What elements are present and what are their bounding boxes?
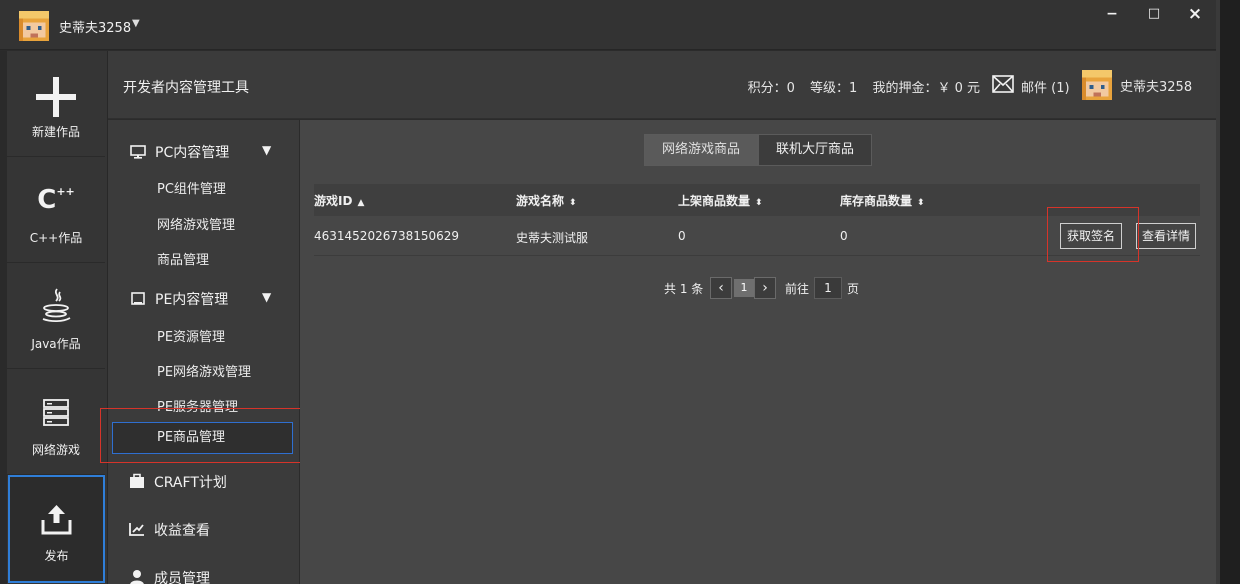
tab-lobby-goods[interactable]: 联机大厅商品 [758,134,873,166]
craft-label: CRAFT计划 [154,475,227,491]
collapse-arrow-icon[interactable]: ▼ [262,143,271,157]
bag-icon [130,473,144,488]
server-icon [43,399,69,426]
sidebar-item-revenue[interactable]: 收益查看 [128,520,210,540]
sidebar-item-pe-resources[interactable]: PE资源管理 [157,326,225,345]
sidebar-item-members[interactable]: 成员管理 [128,568,210,584]
nav-new-work[interactable]: 新建作品 [7,51,105,157]
sort-icon[interactable]: ⬍ [755,198,763,208]
tab-network-game-goods[interactable]: 网络游戏商品 [644,134,759,166]
sidebar-item-craft[interactable]: CRAFT计划 [128,472,227,492]
column-game-name[interactable]: 游戏名称 ⬍ [516,192,577,209]
page-unit-label: 页 [847,282,860,296]
java-icon [42,288,71,323]
header-username[interactable]: 史蒂夫3258 [1120,76,1192,95]
window-edge-shade [1216,0,1220,584]
nav-cpp-label: C++作品 [29,231,83,245]
next-page-button[interactable]: › [754,277,776,299]
page-title: 开发者内容管理工具 [123,80,249,96]
chart-icon [129,523,144,536]
column-listed-label: 上架商品数量 [678,194,751,208]
revenue-label: 收益查看 [154,523,210,539]
mail-link[interactable]: 邮件 (1) [1021,77,1070,96]
window-edge [1216,0,1240,584]
close-button[interactable]: × [1185,5,1205,23]
user-icon [130,570,144,584]
title-username[interactable]: 史蒂夫3258 [59,17,131,36]
members-label: 成员管理 [154,571,210,584]
cell-stock-count: 0 [840,229,848,243]
column-game-id-label: 游戏ID [314,194,353,208]
user-stats: 积分：0 等级：1 我的押金：￥ 0 元 [737,77,980,96]
tablet-icon [131,292,145,305]
current-page[interactable]: 1 [734,279,754,297]
deposit-value: 我的押金：￥ 0 元 [872,81,980,96]
nav-network-games[interactable]: 网络游戏 [7,369,105,475]
left-border [0,51,7,584]
column-game-id[interactable]: 游戏ID ▲ [314,192,364,209]
view-details-button[interactable]: 查看详情 [1136,223,1197,249]
nav-java-works[interactable]: Java作品 [7,263,105,369]
cpp-icon: C++ [37,185,75,215]
column-stock-count[interactable]: 库存商品数量 ⬍ [840,192,925,209]
sidebar-item-goods[interactable]: 商品管理 [157,249,209,268]
collapse-arrow-icon[interactable]: ▼ [262,290,271,304]
nav-cpp-works[interactable]: C++ C++作品 [7,157,105,263]
column-listed-count[interactable]: 上架商品数量 ⬍ [678,192,763,209]
upload-icon [41,505,72,535]
sidebar-item-pe-network-games[interactable]: PE网络游戏管理 [157,361,251,380]
points-value: 积分：0 [747,81,795,96]
nav-new-work-label: 新建作品 [31,125,80,139]
left-nav: 新建作品 C++ C++作品 Java作品 网络游戏 发布 [7,51,107,584]
sort-icon[interactable]: ⬍ [569,198,577,208]
main-panel: 网络游戏商品 联机大厅商品 游戏ID ▲ 游戏名称 ⬍ 上架商品数量 ⬍ 库存商品数量… [300,120,1216,584]
level-value: 等级：1 [810,81,858,96]
header-avatar-icon[interactable] [1082,70,1112,100]
pc-section-header[interactable]: PC内容管理 ▼ [130,142,271,162]
highlight-box-sidebar [100,408,304,463]
pager-total: 共 1 条 [664,282,704,296]
nav-java-label: Java作品 [31,337,81,351]
pc-section-label: PC内容管理 [155,145,230,161]
title-bar: 史蒂夫3258 ▼ − □ × [0,0,1216,50]
pe-section-header[interactable]: PE内容管理 ▼ [130,289,271,309]
goto-label: 前往 [785,282,810,296]
monitor-icon [130,145,146,159]
prev-page-button[interactable]: ‹ [710,277,732,299]
cell-game-id: 4631452026738150629 [314,229,460,243]
sidebar-item-network-games[interactable]: 网络游戏管理 [157,214,235,233]
plus-icon [36,77,76,117]
content-sidebar: PC内容管理 ▼ PC组件管理 网络游戏管理 商品管理 PE内容管理 ▼ PE资… [108,120,299,584]
column-stock-label: 库存商品数量 [840,194,913,208]
maximize-button[interactable]: □ [1144,5,1164,23]
nav-publish-label: 发布 [44,549,69,563]
minimize-button[interactable]: − [1102,5,1122,23]
sort-asc-icon[interactable]: ▲ [357,198,364,208]
cell-listed-count: 0 [678,229,686,243]
goto-page-input[interactable]: 1 [814,277,842,299]
column-game-name-label: 游戏名称 [516,194,565,208]
tab-bar: 网络游戏商品 联机大厅商品 [644,134,873,166]
user-avatar-icon[interactable] [19,11,49,41]
highlight-box-action [1047,207,1139,262]
cell-game-name: 史蒂夫测试服 [516,231,589,245]
sort-icon[interactable]: ⬍ [917,198,925,208]
nav-network-label: 网络游戏 [31,443,80,457]
sidebar-item-pc-components[interactable]: PC组件管理 [157,178,226,197]
mail-icon[interactable] [992,75,1014,93]
pe-section-label: PE内容管理 [155,292,229,308]
account-dropdown-icon[interactable]: ▼ [132,18,140,29]
header: 开发者内容管理工具 积分：0 等级：1 我的押金：￥ 0 元 邮件 (1) 史蒂… [108,51,1216,119]
nav-publish[interactable]: 发布 [8,475,105,583]
